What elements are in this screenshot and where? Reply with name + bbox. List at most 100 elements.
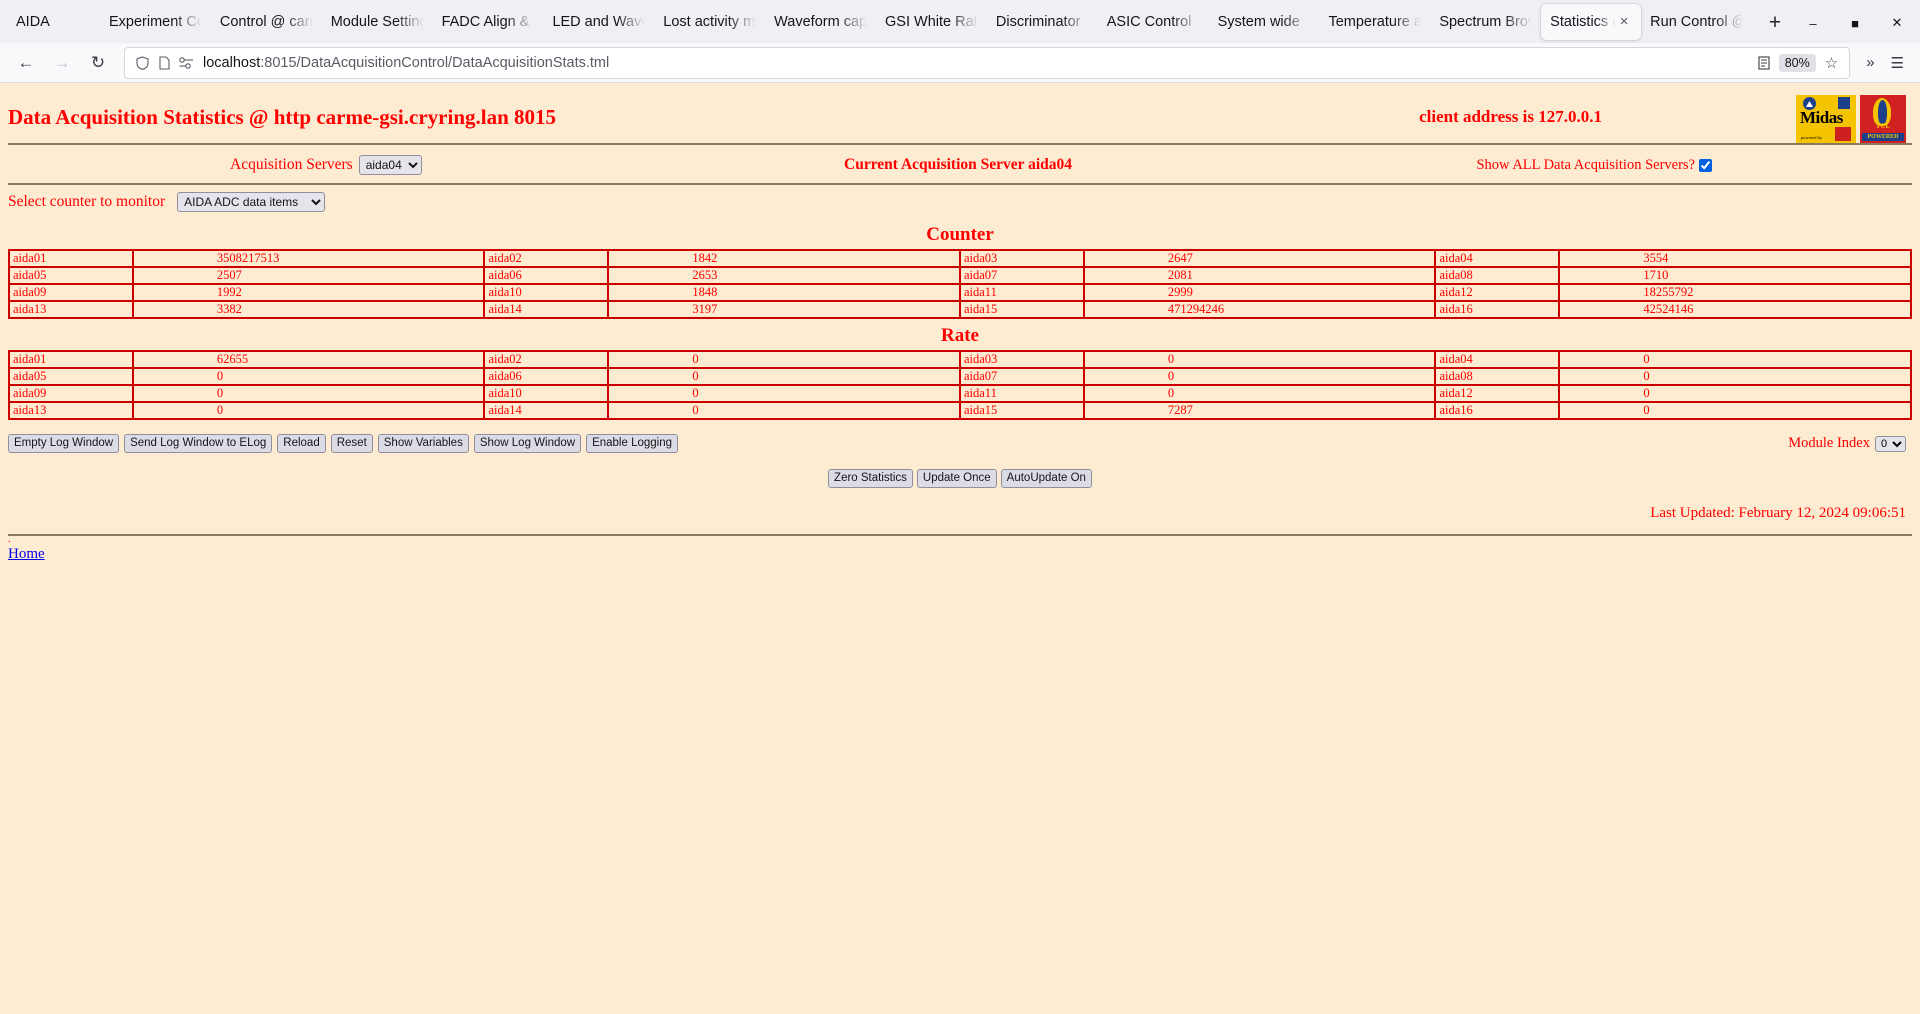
counter-name-cell: aida06 [483, 266, 610, 285]
button-reload[interactable]: Reload [277, 434, 326, 453]
counter-value-cell: 0 [1558, 367, 1912, 386]
counter-value-cell: 2081 [1082, 266, 1437, 285]
browser-tab[interactable]: FADC Align & [433, 4, 544, 40]
show-all-servers-control[interactable]: Show ALL Data Acquisition Servers? [1476, 157, 1712, 174]
button-update-once[interactable]: Update Once [916, 469, 997, 488]
home-link[interactable]: Home [8, 546, 45, 563]
counter-value-cell: 0 [1558, 350, 1912, 369]
maximize-button[interactable]: ■ [1834, 3, 1876, 43]
module-index-label: Module Index [1788, 435, 1870, 451]
window-controls: – ■ ✕ [1792, 0, 1918, 43]
counter-name-cell: aida12 [1434, 283, 1561, 302]
counter-value-cell: 2999 [1082, 283, 1437, 302]
tab-label: Lost activity m [663, 14, 756, 30]
shield-icon[interactable] [131, 52, 153, 74]
browser-tab[interactable]: Waveform capture [765, 4, 876, 40]
counter-name-cell: aida15 [958, 300, 1085, 319]
tab-label: Discriminator [995, 14, 1081, 30]
address-bar[interactable]: localhost:8015/DataAcquisitionControl/Da… [124, 46, 1851, 79]
counter-name-cell: aida08 [1434, 266, 1561, 285]
app-menu-button[interactable]: ☰ [1883, 54, 1912, 72]
tab-close-icon[interactable]: × [1616, 14, 1632, 30]
button-show-variables[interactable]: Show Variables [377, 434, 469, 453]
button-reset[interactable]: Reset [330, 434, 373, 453]
table-row: aida01 62655 aida02 0 aida03 0 aida04 0 [8, 350, 1912, 369]
counter-name-cell: aida13 [8, 300, 134, 319]
acquisition-servers-select[interactable]: aida01aida02aida03aida04aida05aida06aida… [358, 155, 422, 175]
button-show-log-window[interactable]: Show Log Window [473, 434, 582, 453]
browser-tab[interactable]: Temperature a [1319, 4, 1430, 40]
show-all-servers-checkbox[interactable] [1699, 158, 1712, 172]
rate-table: aida01 62655 aida02 0 aida03 0 aida04 0 aida05 0 a… [8, 350, 1912, 420]
button-empty-log-window[interactable]: Empty Log Window [8, 434, 120, 453]
log-buttons-row: Empty Log Window Send Log Window to ELog R… [8, 434, 1912, 453]
counter-name-cell: aida10 [483, 283, 610, 302]
counter-name-cell: aida09 [8, 384, 134, 403]
browser-tab[interactable]: Run Control @ [1641, 4, 1752, 40]
tab-list: AIDA Experiment Control Control @ carme Mod… [0, 0, 1752, 43]
counter-value-cell: 62655 [131, 350, 486, 369]
counter-value-cell: 0 [1558, 401, 1912, 420]
button-autoupdate-on[interactable]: AutoUpdate On [1000, 469, 1092, 488]
browser-tab[interactable]: Spectrum Brow [1430, 4, 1541, 40]
acquisition-servers-row: Acquisition Servers aida01aida02aida03ai… [8, 145, 1912, 183]
tcl-wordmark: TCL [1875, 122, 1891, 130]
zoom-level-badge[interactable]: 80% [1778, 53, 1816, 72]
counter-value-cell: 2647 [1082, 249, 1437, 268]
counter-name-cell: aida14 [483, 401, 610, 420]
browser-tab[interactable]: Module Settings [322, 4, 433, 40]
acquisition-servers-label: Acquisition Servers [230, 156, 353, 173]
button-zero-statistics[interactable]: Zero Statistics [828, 469, 913, 488]
table-row: aida13 3382 aida14 3197 aida15 471294246 aida1… [8, 300, 1912, 319]
counter-name-cell: aida08 [1434, 367, 1561, 386]
browser-tab[interactable]: System wide [1209, 4, 1320, 40]
counter-table: aida01 3508217513 aida02 1842 aida03 2647 aida… [8, 249, 1912, 319]
counter-select[interactable]: AIDA ADC data itemsAIDA ADC rateAIDA FPG… [177, 192, 326, 212]
button-send-log-window-to-elog[interactable]: Send Log Window to ELog [124, 434, 273, 453]
close-window-button[interactable]: ✕ [1876, 3, 1918, 43]
counter-value-cell: 1992 [131, 283, 486, 302]
counter-name-cell: aida09 [8, 283, 134, 302]
action-buttons-row: Zero Statistics Update Once AutoUpdate On [8, 469, 1912, 488]
table-row: aida01 3508217513 aida02 1842 aida03 2647 aida… [8, 249, 1912, 268]
forward-button[interactable]: → [45, 47, 79, 79]
permissions-icon[interactable] [175, 52, 197, 74]
counter-name-cell: aida07 [958, 266, 1085, 285]
counter-value-cell: 0 [1082, 367, 1437, 386]
counter-name-cell: aida16 [1434, 300, 1561, 319]
browser-tab[interactable]: AIDA [0, 4, 100, 40]
page-info-icon[interactable] [153, 52, 175, 74]
browser-tab[interactable]: Lost activity m [654, 4, 765, 40]
counter-name-cell: aida04 [1434, 350, 1561, 369]
counter-select-row: Select counter to monitor AIDA ADC data … [8, 185, 1912, 218]
reader-mode-icon[interactable] [1753, 52, 1775, 74]
tab-label: GSI White Rabbit [885, 14, 978, 30]
show-all-servers-label: Show ALL Data Acquisition Servers? [1476, 156, 1695, 173]
counter-value-cell: 3554 [1558, 249, 1912, 268]
button-enable-logging[interactable]: Enable Logging [586, 434, 679, 453]
overflow-menu-button[interactable]: » [1858, 54, 1882, 71]
tab-label: LED and Waveform [552, 14, 645, 30]
browser-tab[interactable]: LED and Waveform [543, 4, 654, 40]
back-button[interactable]: ← [9, 47, 43, 79]
browser-tab[interactable]: ASIC Control [1098, 4, 1209, 40]
minimize-button[interactable]: – [1792, 3, 1834, 43]
browser-tab[interactable]: Experiment Control [100, 4, 211, 40]
new-tab-button[interactable]: + [1758, 7, 1792, 39]
browser-tab[interactable]: Control @ carme [211, 4, 322, 40]
counter-value-cell: 42524146 [1558, 300, 1912, 319]
last-updated-text: Last Updated: February 12, 2024 09:06:51 [1650, 505, 1906, 521]
counter-value-cell: 0 [607, 367, 961, 386]
bookmark-star-icon[interactable]: ☆ [1820, 54, 1843, 72]
browser-tab[interactable]: GSI White Rabbit [876, 4, 987, 40]
browser-tab[interactable]: Statistics @× [1541, 4, 1642, 40]
reload-button[interactable]: ↻ [81, 47, 115, 79]
logo-group: Midas powered by TCL POWERED [1796, 95, 1906, 143]
module-index-select[interactable]: 0123 [1875, 435, 1906, 452]
browser-window: AIDA Experiment Control Control @ carme Mod… [0, 0, 1920, 1014]
table-row: aida13 0 aida14 0 aida15 7287 aida16 0 [8, 401, 1912, 420]
counter-value-cell: 1848 [607, 283, 961, 302]
browser-tab[interactable]: Discriminator [987, 4, 1098, 40]
url-text[interactable]: localhost:8015/DataAcquisitionControl/Da… [197, 55, 1753, 71]
counter-value-cell: 1710 [1558, 266, 1912, 285]
